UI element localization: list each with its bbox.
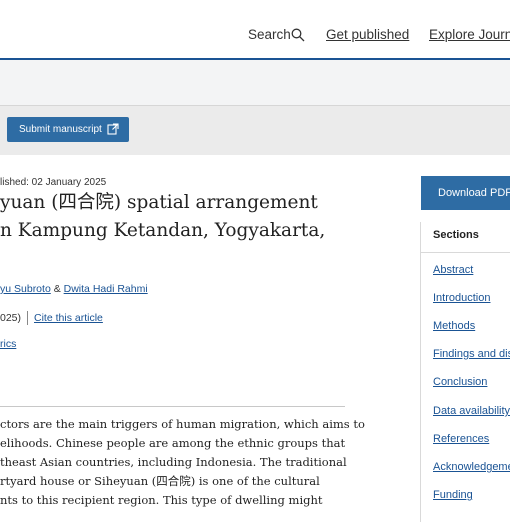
section-link-findings[interactable]: Findings and dis (433, 348, 510, 360)
search-link[interactable]: Search (248, 27, 305, 42)
abstract-line: theast Asian countries, including Indone… (0, 455, 347, 469)
section-link-data-availability[interactable]: Data availability (433, 405, 510, 417)
get-published-link[interactable]: Get published (326, 27, 409, 42)
section-link-methods[interactable]: Methods (433, 320, 475, 332)
publication-year: 025) (0, 311, 22, 324)
metrics-link[interactable]: rics (0, 338, 16, 350)
download-pdf-button[interactable]: Download PDF (421, 176, 510, 210)
submit-manuscript-button[interactable]: Submit manuscript (7, 117, 129, 142)
published-date: lished: 02 January 2025 (0, 177, 107, 188)
abstract-line: ctors are the main triggers of human mig… (0, 417, 365, 431)
title-line: yuan (四合院) spatial arrangement (0, 192, 318, 213)
title-line: n Kampung Ketandan, Yogyakarta, (0, 220, 326, 241)
explore-journals-link[interactable]: Explore Journa (429, 27, 510, 42)
cite-this-article-link[interactable]: Cite this article (34, 312, 103, 324)
sections-divider (421, 252, 510, 253)
abstract-line: nts to this recipient region. This type … (0, 493, 323, 507)
abstract-line: rtyard house or Siheyuan (四合院) is one of… (0, 474, 320, 488)
citation-row: 025) Cite this article (0, 311, 103, 325)
section-link-introduction[interactable]: Introduction (433, 292, 490, 304)
section-link-funding[interactable]: Funding (433, 489, 473, 501)
submit-manuscript-label: Submit manuscript (19, 124, 102, 135)
abstract-line: elihoods. Chinese people are among the e… (0, 436, 346, 450)
article-title: yuan (四合院) spatial arrangement n Kampung… (0, 189, 345, 245)
author-separator: & (50, 283, 64, 295)
external-link-icon (107, 123, 119, 135)
author-link[interactable]: Dwita Hadi Rahmi (64, 283, 148, 295)
abstract-divider (0, 406, 345, 407)
divider (27, 311, 29, 325)
section-link-conclusion[interactable]: Conclusion (433, 376, 487, 388)
top-navigation: Search Get published Explore Journa (0, 0, 510, 58)
section-link-abstract[interactable]: Abstract (433, 264, 473, 276)
section-link-acknowledgements[interactable]: Acknowledgeme (433, 461, 510, 473)
abstract-text: ctors are the main triggers of human mig… (0, 415, 365, 510)
author-list: yu Subroto & Dwita Hadi Rahmi (0, 283, 148, 295)
search-label: Search (248, 27, 291, 42)
section-link-references[interactable]: References (433, 433, 489, 445)
journal-header-bar (0, 60, 510, 105)
sections-nav: Sections Abstract Introduction Methods F… (420, 222, 510, 522)
search-icon (291, 28, 305, 42)
sections-heading: Sections (433, 229, 479, 241)
author-link[interactable]: yu Subroto (0, 283, 51, 295)
